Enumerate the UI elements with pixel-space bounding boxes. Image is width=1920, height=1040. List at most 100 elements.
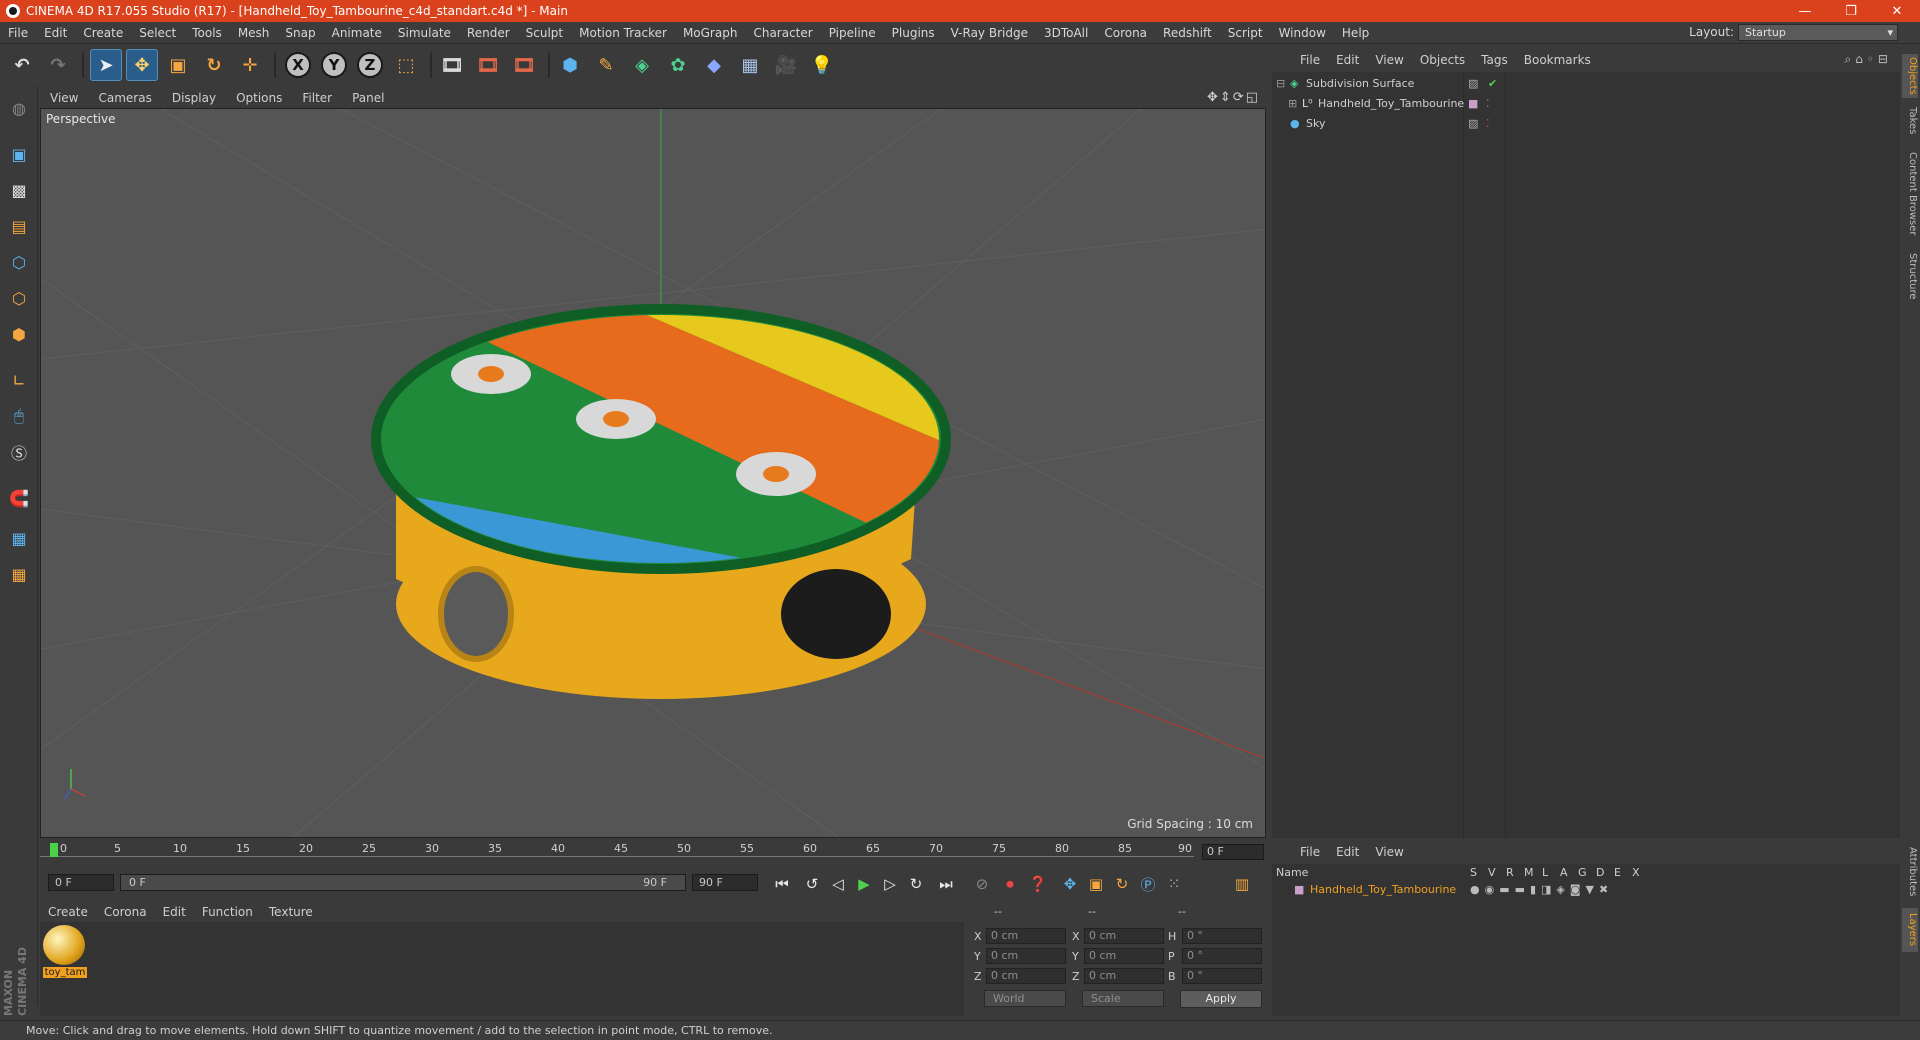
workplane-lock-icon[interactable]: ▦ (3, 522, 35, 554)
layer-manager-list[interactable]: Name S V R M L A G D E X ■ Handheld_Toy_… (1272, 864, 1900, 1016)
menu-script[interactable]: Script (1220, 26, 1271, 40)
viewport-menu-options[interactable]: Options (226, 91, 292, 105)
material-menu-texture[interactable]: Texture (261, 905, 321, 919)
frame-range-slider[interactable]: 0 F 90 F (120, 874, 686, 891)
tab-attributes[interactable]: Attributes (1902, 842, 1918, 902)
rot-h-field[interactable]: 0 ° (1182, 928, 1262, 944)
render-settings-icon[interactable]: 🎞 (508, 49, 540, 81)
material-menu-function[interactable]: Function (194, 905, 261, 919)
menu-character[interactable]: Character (745, 26, 820, 40)
visibility-toggle-icon[interactable]: ▨ (1468, 74, 1478, 93)
viewport-menu-panel[interactable]: Panel (342, 91, 394, 105)
layer-row[interactable]: ■ Handheld_Toy_Tambourine ●◉▬▬▮◨◈◙▼✖ (1272, 882, 1900, 898)
tambourine-model[interactable] (371, 304, 971, 699)
menu-snap[interactable]: Snap (277, 26, 323, 40)
size-x-field[interactable]: 0 cm (1084, 928, 1164, 944)
transform-tool-icon[interactable]: ✛ (234, 49, 266, 81)
menu-mesh[interactable]: Mesh (230, 26, 278, 40)
next-keyframe-icon[interactable]: ↻ (904, 873, 928, 895)
pos-y-field[interactable]: 0 cm (986, 948, 1066, 964)
tab-layers[interactable]: Layers (1902, 908, 1918, 952)
enabled-check-icon[interactable]: ✔ (1488, 74, 1497, 93)
tab-objects[interactable]: Objects (1902, 54, 1918, 98)
menu-mograph[interactable]: MoGraph (675, 26, 746, 40)
redo-icon[interactable]: ↷ (42, 49, 74, 81)
layer-flag-icons[interactable]: ●◉▬▬▮◨◈◙▼✖ (1470, 882, 1613, 898)
layer-color-swatch[interactable]: ■ (1468, 94, 1478, 113)
mograph-cloner-icon[interactable]: ✿ (662, 49, 694, 81)
perspective-viewport[interactable]: Perspective Grid Spacing : 10 cm (40, 108, 1266, 838)
camera-icon[interactable]: 🎥 (770, 49, 802, 81)
current-frame-field[interactable]: 0 F (1202, 844, 1264, 860)
menu-3dtoall[interactable]: 3DToAll (1036, 26, 1096, 40)
viewport-menu-cameras[interactable]: Cameras (88, 91, 161, 105)
pos-x-field[interactable]: 0 cm (986, 928, 1066, 944)
om-menu-bookmarks[interactable]: Bookmarks (1516, 53, 1599, 67)
z-axis-lock-icon[interactable]: Z (354, 49, 386, 81)
menu-pipeline[interactable]: Pipeline (821, 26, 884, 40)
viewport-menu-display[interactable]: Display (162, 91, 226, 105)
autokey-icon[interactable]: ❓ (1026, 873, 1050, 895)
previous-keyframe-icon[interactable]: ↺ (800, 873, 824, 895)
deformer-icon[interactable]: ◆ (698, 49, 730, 81)
menu-file[interactable]: File (0, 26, 36, 40)
menu-plugins[interactable]: Plugins (884, 26, 943, 40)
restore-icon[interactable]: ❐ (1828, 0, 1874, 22)
timeline-ruler[interactable]: 0 5 10 15 20 25 30 35 40 45 50 55 60 65 … (40, 840, 1266, 868)
tab-takes[interactable]: Takes (1902, 104, 1918, 138)
make-editable-icon[interactable]: ◍ (3, 92, 35, 124)
previous-frame-icon[interactable]: ◁ (826, 873, 850, 895)
go-to-end-icon[interactable]: ⏭ (934, 873, 958, 895)
menu-edit[interactable]: Edit (36, 26, 75, 40)
light-icon[interactable]: 💡 (806, 49, 838, 81)
start-frame-field[interactable]: 0 F (48, 874, 114, 891)
om-menu-tags[interactable]: Tags (1473, 53, 1516, 67)
solo-mode-icon[interactable]: Ⓢ (3, 436, 35, 468)
lm-menu-view[interactable]: View (1367, 845, 1411, 859)
minimize-icon[interactable]: — (1782, 0, 1828, 22)
coordinate-mode-dropdown[interactable]: World (984, 990, 1066, 1007)
polygons-mode-icon[interactable]: ⬢ (3, 318, 35, 350)
record-keyframe-icon[interactable]: ⏺ (998, 873, 1022, 895)
coordinate-system-icon[interactable]: ⬚ (390, 49, 422, 81)
material-swatch[interactable]: toy_tam (43, 925, 87, 983)
viewport-navigation-icons[interactable]: ✥⇕⟳◱ (1207, 90, 1260, 105)
timeline-window-icon[interactable]: ▥ (1230, 873, 1254, 895)
tab-content-browser[interactable]: Content Browser (1902, 144, 1918, 244)
menu-vray-bridge[interactable]: V-Ray Bridge (943, 26, 1036, 40)
viewport-menu-view[interactable]: View (40, 91, 88, 105)
key-scale-icon[interactable]: ▣ (1084, 873, 1108, 895)
material-menu-edit[interactable]: Edit (155, 905, 194, 919)
material-manager-area[interactable]: toy_tam (40, 922, 964, 1016)
object-manager-tree[interactable]: ⊟ ◈ Subdivision Surface ▨ ✔ ⊞ L⁰ Handhel… (1272, 72, 1900, 838)
menu-select[interactable]: Select (131, 26, 184, 40)
menu-motion-tracker[interactable]: Motion Tracker (571, 26, 675, 40)
render-picture-viewer-icon[interactable]: 🎞 (472, 49, 504, 81)
close-icon[interactable]: ✕ (1874, 0, 1920, 22)
key-parameter-icon[interactable]: Ⓟ (1136, 873, 1160, 895)
key-position-icon[interactable]: ✥ (1058, 873, 1082, 895)
play-icon[interactable]: ▶ (852, 873, 876, 895)
menu-animate[interactable]: Animate (324, 26, 390, 40)
cube-primitive-icon[interactable]: ⬢ (554, 49, 586, 81)
material-menu-create[interactable]: Create (40, 905, 96, 919)
layer-color-swatch[interactable]: ■ (1294, 882, 1304, 898)
menu-window[interactable]: Window (1271, 26, 1334, 40)
rot-p-field[interactable]: 0 ° (1182, 948, 1262, 964)
spline-pen-icon[interactable]: ✎ (590, 49, 622, 81)
om-search-home-icons[interactable]: ⌕⌂◦⊟ (1845, 52, 1892, 67)
size-z-field[interactable]: 0 cm (1084, 968, 1164, 984)
lm-menu-edit[interactable]: Edit (1328, 845, 1367, 859)
menu-tools[interactable]: Tools (184, 26, 230, 40)
move-tool-icon[interactable]: ✥ (126, 49, 158, 81)
y-axis-lock-icon[interactable]: Y (318, 49, 350, 81)
apply-button[interactable]: Apply (1180, 990, 1262, 1008)
menu-create[interactable]: Create (75, 26, 131, 40)
axis-mode-icon[interactable]: ∟ (3, 364, 35, 396)
playhead-marker[interactable] (50, 843, 58, 857)
material-menu-corona[interactable]: Corona (96, 905, 155, 919)
key-pla-icon[interactable]: ⁙ (1162, 873, 1186, 895)
render-dots-icon[interactable]: ⁚ (1486, 94, 1490, 113)
menu-sculpt[interactable]: Sculpt (518, 26, 571, 40)
undo-icon[interactable]: ↶ (6, 49, 38, 81)
